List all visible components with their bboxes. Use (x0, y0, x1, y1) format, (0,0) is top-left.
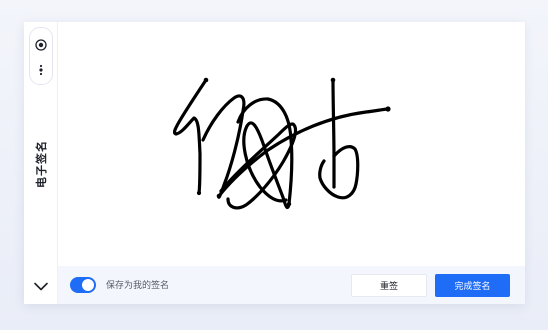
page-title: 电子签名 (34, 140, 48, 188)
footer-bar: 保存为我的签名 重签 完成签名 (58, 266, 525, 304)
sidebar-title: 电子签名 (24, 134, 57, 194)
sidebar: 电子签名 (24, 22, 58, 304)
toggle-knob (82, 279, 94, 291)
save-signature-label: 保存为我的签名 (106, 281, 170, 291)
reset-button[interactable]: 重签 (351, 274, 427, 297)
more-options-button[interactable] (30, 59, 52, 81)
page-background: 电子签名 保存为我的签名 重签 完成签名 (0, 0, 548, 330)
collapse-button[interactable] (30, 276, 52, 296)
finish-signature-button[interactable]: 完成签名 (435, 274, 510, 297)
signature-strokes (172, 77, 391, 210)
record-button[interactable] (30, 34, 52, 56)
save-signature-toggle[interactable] (70, 277, 96, 293)
record-icon (35, 39, 47, 51)
chevron-down-icon (34, 282, 48, 290)
signature-dialog: 电子签名 保存为我的签名 重签 完成签名 (24, 22, 525, 304)
more-vertical-icon (39, 64, 43, 76)
signature-canvas[interactable] (58, 22, 525, 266)
main-area: 保存为我的签名 重签 完成签名 (58, 22, 525, 304)
tool-group (29, 27, 53, 85)
